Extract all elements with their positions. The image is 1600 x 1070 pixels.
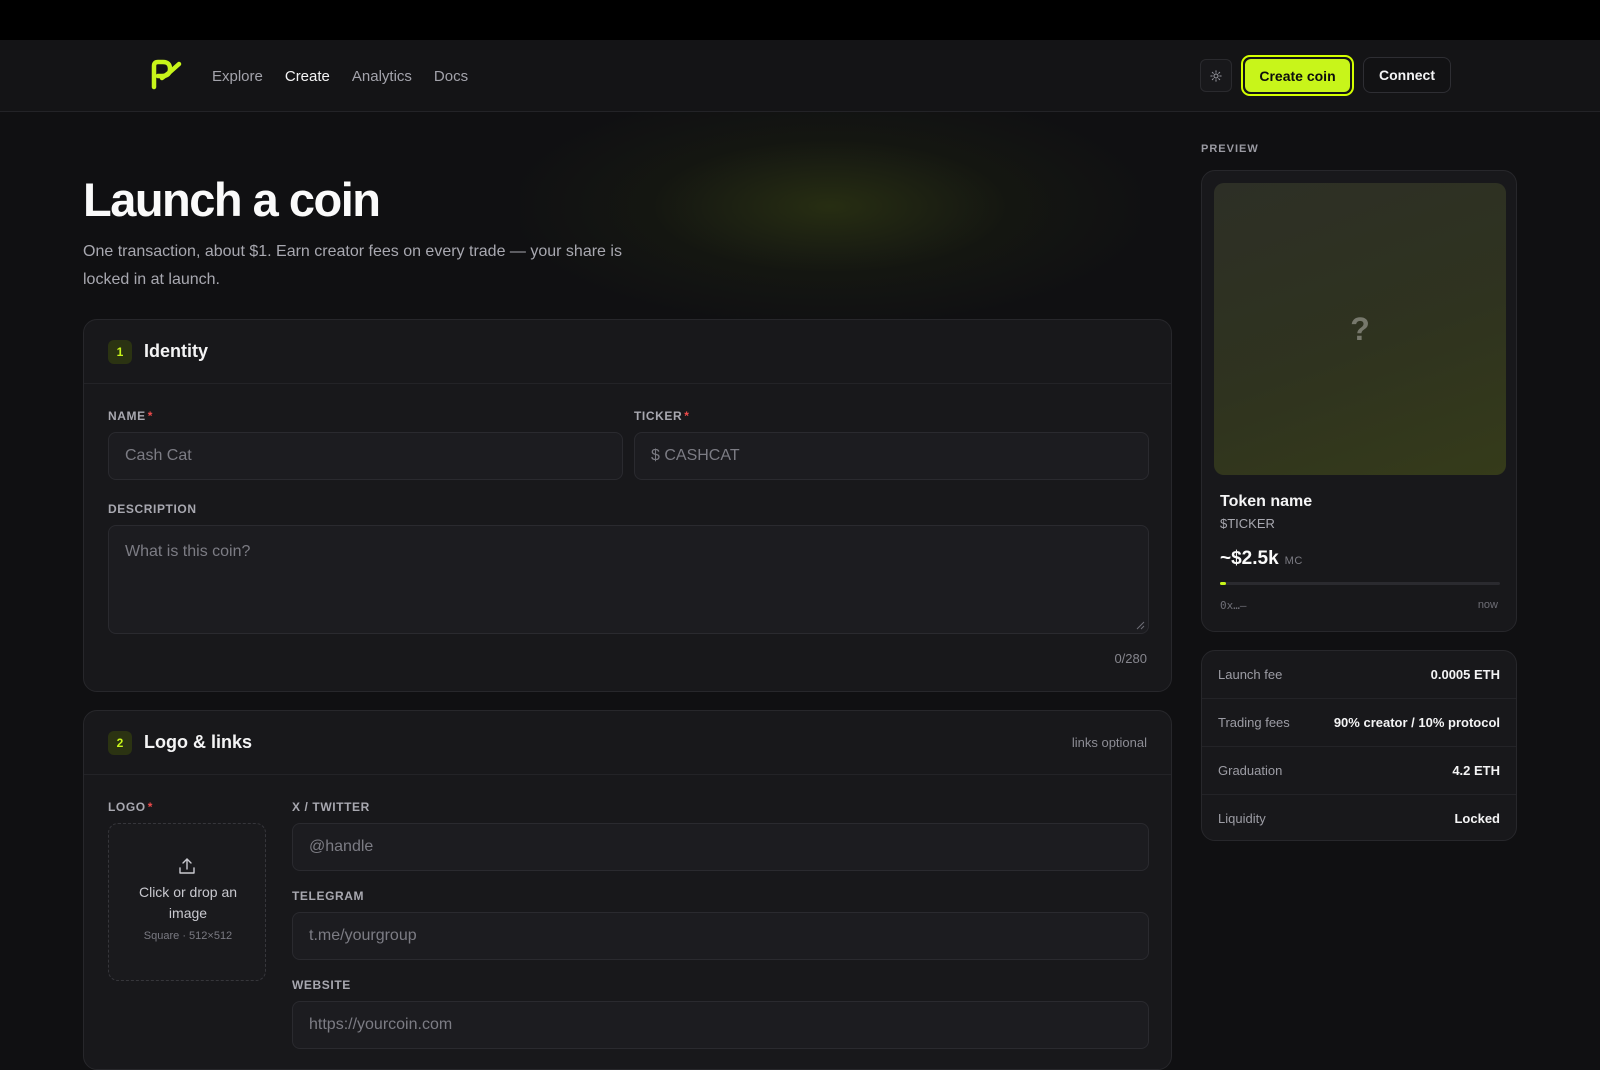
nav-link-analytics[interactable]: Analytics <box>352 68 412 85</box>
ticker-label: TICKER * <box>634 409 690 423</box>
description-label: DESCRIPTION <box>108 502 197 516</box>
page-subtitle: One transaction, about $1. Earn creator … <box>83 243 622 288</box>
market-cap-unit: MC <box>1284 555 1303 567</box>
token-address: 0x…— <box>1220 599 1247 612</box>
logo-label: LOGO * <box>108 800 153 814</box>
market-cap-value: ~$2.5k <box>1220 548 1279 569</box>
upload-icon <box>179 858 195 874</box>
description-placeholder: What is this coin? <box>125 543 251 560</box>
name-label-text: NAME <box>108 409 146 423</box>
fee-label: Launch fee <box>1218 667 1283 682</box>
brand-logo-icon[interactable] <box>148 58 182 92</box>
question-mark-icon: ? <box>1350 310 1370 347</box>
fee-row: Liquidity Locked <box>1202 795 1516 840</box>
step-badge: 1 <box>108 340 132 364</box>
fee-row: Graduation 4.2 ETH <box>1202 747 1516 795</box>
ticker-label-text: TICKER <box>634 409 683 423</box>
links-optional-note: links optional <box>1071 735 1147 750</box>
twitter-label: X / TWITTER <box>292 800 370 814</box>
identity-card: 1 Identity NAME * Cash Cat TICKER * $ CASH… <box>83 319 1172 692</box>
website-input[interactable]: https://yourcoin.com <box>292 1001 1149 1049</box>
progress-fill <box>1220 582 1226 585</box>
nav-link-create[interactable]: Create <box>285 68 330 85</box>
step-badge: 2 <box>108 731 132 755</box>
fee-label: Graduation <box>1218 763 1283 778</box>
upload-instruction: Click or drop an image <box>138 884 238 921</box>
theme-toggle-button[interactable] <box>1200 59 1232 92</box>
telegram-label: TELEGRAM <box>292 889 365 903</box>
twitter-input[interactable]: @handle <box>292 823 1149 871</box>
create-coin-button[interactable]: Create coin <box>1241 55 1354 96</box>
resize-handle-icon[interactable] <box>1136 621 1145 630</box>
required-mark: * <box>147 409 154 423</box>
token-image-placeholder: ? <box>1214 183 1506 475</box>
nav-links: Explore Create Analytics Docs <box>212 40 468 112</box>
fees-card: Launch fee 0.0005 ETH Trading fees 90% c… <box>1201 650 1517 841</box>
logo-links-card: 2 Logo & links links optional LOGO * Clic… <box>83 710 1172 1070</box>
identity-card-header: 1 Identity <box>84 320 1171 384</box>
top-nav: Explore Create Analytics Docs Create coi… <box>0 40 1600 112</box>
name-input[interactable]: Cash Cat <box>108 432 623 480</box>
nav-link-explore[interactable]: Explore <box>212 68 263 85</box>
fee-label: Liquidity <box>1218 811 1266 826</box>
logo-label-text: LOGO <box>108 800 146 814</box>
token-name: Token name <box>1220 493 1313 510</box>
token-preview-card: ? Token name $TICKER ~$2.5k MC 0x…— now <box>1201 170 1517 632</box>
description-char-counter: 0/280 <box>1114 651 1147 666</box>
logo-links-card-header: 2 Logo & links links optional <box>84 711 1171 775</box>
ticker-input[interactable]: $ CASHCAT <box>634 432 1149 480</box>
required-mark: * <box>147 800 154 814</box>
name-label: NAME * <box>108 409 153 423</box>
section-title: Logo & links <box>144 732 252 752</box>
page-title: Launch a coin <box>83 173 381 226</box>
section-title: Identity <box>144 341 209 361</box>
fee-label: Trading fees <box>1218 715 1290 730</box>
fee-value: 90% creator / 10% protocol <box>1333 715 1500 730</box>
nav-link-docs[interactable]: Docs <box>434 68 468 85</box>
create-coin-label: Create coin <box>1245 59 1350 92</box>
fee-row: Trading fees 90% creator / 10% protocol <box>1202 699 1516 747</box>
website-label: WEBSITE <box>292 978 351 992</box>
token-ticker: $TICKER <box>1220 516 1275 531</box>
fee-value: 0.0005 ETH <box>1430 667 1500 682</box>
connect-wallet-button[interactable]: Connect <box>1363 57 1451 93</box>
telegram-input[interactable]: t.me/yourgroup <box>292 912 1149 960</box>
top-strip <box>0 0 1600 40</box>
required-mark: * <box>684 409 690 423</box>
description-textarea[interactable]: What is this coin? <box>108 525 1149 634</box>
fee-row: Launch fee 0.0005 ETH <box>1202 651 1516 699</box>
fee-value: Locked <box>1454 811 1500 826</box>
logo-upload-dropzone[interactable]: Click or drop an image Square · 512×512 <box>108 823 266 981</box>
bonding-curve-progress <box>1220 582 1500 585</box>
fee-value: 4.2 ETH <box>1452 763 1500 778</box>
token-created-time: now <box>1477 599 1498 611</box>
sun-icon <box>1210 69 1222 82</box>
market-cap: ~$2.5k MC <box>1220 548 1303 570</box>
upload-size-hint: Square · 512×512 <box>143 930 233 942</box>
preview-label: PREVIEW <box>1201 143 1259 155</box>
